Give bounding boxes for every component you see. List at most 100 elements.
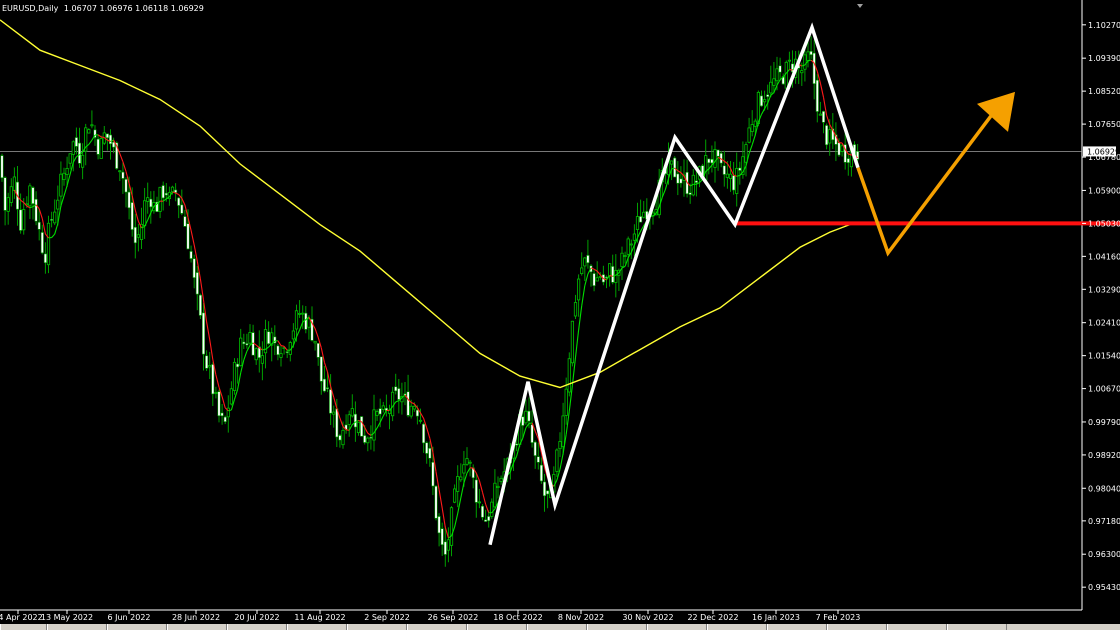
chart-tab[interactable] [47, 624, 107, 630]
candle [567, 352, 571, 397]
candle-body-bear [338, 435, 342, 441]
chart-tab[interactable] [887, 624, 947, 630]
candle-body-bear [192, 258, 196, 278]
chart-tab[interactable] [527, 624, 587, 630]
candle-body-bear [542, 481, 546, 497]
candle-body-bear [707, 158, 711, 164]
candle-body-bear [130, 202, 134, 230]
chart-tab[interactable] [647, 624, 707, 630]
candle [390, 386, 395, 422]
candle-body-bear [378, 408, 382, 415]
chart-tab[interactable] [107, 624, 167, 630]
candle-body-bull [118, 170, 122, 173]
candle-body-bear [415, 409, 419, 417]
candle-body-bear [133, 226, 137, 244]
candle-body-bull [62, 172, 66, 181]
candle-body-bear [856, 151, 860, 160]
candle-body-bull [347, 414, 351, 425]
candle-body-bear [515, 443, 519, 446]
time-label: 6 Jun 2022 [107, 613, 150, 622]
chart-tab[interactable] [587, 624, 647, 630]
candle-body-bear [592, 273, 596, 286]
candle-body-bull [390, 391, 395, 417]
candle-body-bear [688, 192, 692, 195]
candle-body-bear [611, 266, 615, 283]
candle-body-bear [536, 456, 540, 463]
chart-tab[interactable] [287, 624, 347, 630]
candle-body-bear [533, 441, 537, 456]
candle-body-bull [744, 144, 748, 163]
price-label: 1.04160 [1088, 252, 1120, 261]
candle-body-bull [459, 476, 463, 481]
price-label: 1.05900 [1088, 186, 1120, 195]
candle-body-bear [825, 125, 829, 146]
candle-body-bear [821, 111, 825, 123]
candle-body-bear [428, 447, 432, 459]
candle-body-bear [267, 331, 271, 344]
candle-body-bull [301, 312, 305, 315]
candle-body-bull [840, 145, 844, 152]
candle-body-bull [81, 154, 85, 168]
candle-body-bear [716, 149, 720, 157]
candle-body-bull [626, 238, 630, 255]
chart-tab[interactable] [767, 624, 827, 630]
chart-tab[interactable] [467, 624, 527, 630]
candle-body-bear [474, 479, 478, 503]
price-chart[interactable]: EURUSD,Daily 1.06707 1.06976 1.06118 1.0… [0, 0, 1120, 630]
candle-body-bear [276, 345, 280, 355]
chart-tab[interactable] [827, 624, 887, 630]
candle-body-bear [431, 461, 435, 487]
candle-body-bull [775, 68, 779, 82]
candle-body-bull [787, 59, 792, 62]
chart-background [0, 0, 1120, 630]
candle-body-bear [335, 408, 339, 438]
candle-body-bull [142, 200, 147, 227]
candle-body-bear [322, 378, 326, 392]
chart-tab[interactable] [947, 624, 1007, 630]
candle-body-bear [96, 138, 100, 155]
chart-tab[interactable] [707, 624, 767, 630]
fast-ma-segment [280, 345, 285, 347]
chart-tab[interactable] [167, 624, 227, 630]
fast-ma-segment [736, 174, 740, 177]
time-label: 7 Feb 2023 [816, 613, 861, 622]
candle-body-bull [642, 211, 646, 218]
candle-body-bear [325, 387, 329, 389]
candle-body-bull [468, 461, 472, 464]
candle-body-bull [524, 410, 528, 424]
fast-ma-segment [228, 409, 232, 412]
candle-body-bear [245, 343, 249, 346]
candle-body-bull [297, 312, 302, 315]
candle-body-bear [530, 424, 534, 443]
candle-body-bull [635, 216, 640, 230]
chart-tab[interactable] [0, 624, 47, 630]
candle-body-bull [366, 437, 370, 444]
candle-body-bear [40, 232, 44, 254]
chart-header: EURUSD,Daily 1.06707 1.06976 1.06118 1.0… [2, 4, 204, 13]
candle-body-bull [608, 263, 612, 277]
candle-body-bull [375, 411, 379, 416]
time-label: 18 Oct 2022 [493, 613, 542, 622]
candle-body-bear [812, 52, 816, 84]
chart-tab[interactable] [347, 624, 407, 630]
time-label: 11 Aug 2022 [294, 613, 345, 622]
candle-body-bull [800, 70, 804, 74]
candle-body-bear [738, 167, 742, 171]
candle-body-bull [136, 234, 140, 238]
candle-body-bear [639, 216, 643, 223]
candle-body-bull [279, 353, 283, 358]
candle-body-bear [353, 413, 357, 428]
chart-tab[interactable] [407, 624, 467, 630]
candle-body-bull [170, 186, 175, 193]
candle-body-bull [332, 411, 336, 415]
chart-tab[interactable] [227, 624, 287, 630]
candle-body-bear [105, 133, 109, 139]
candle-body-bear [527, 410, 531, 422]
candle-body-bull [564, 388, 568, 416]
candle-body-bear [437, 516, 441, 534]
candle-body-bull [735, 168, 739, 194]
price-label: 1.09390 [1088, 54, 1120, 63]
candle-body-bear [406, 391, 410, 416]
candle [232, 358, 237, 395]
price-label: 0.96300 [1088, 550, 1120, 559]
